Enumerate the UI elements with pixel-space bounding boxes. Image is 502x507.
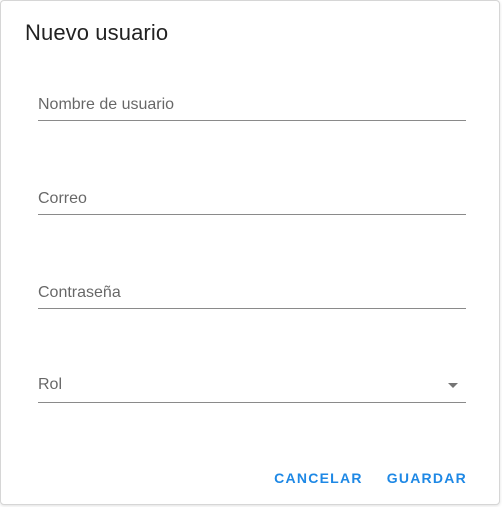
role-select-label: Rol	[38, 376, 63, 393]
save-button[interactable]: GUARDAR	[377, 464, 477, 492]
password-input[interactable]	[38, 284, 466, 302]
username-field[interactable]	[38, 81, 466, 121]
new-user-dialog: Nuevo usuario Rol CANCELAR GUARDAR	[0, 0, 500, 505]
dialog-title: Nuevo usuario	[25, 20, 169, 45]
email-field[interactable]	[38, 175, 466, 215]
dialog-actions: CANCELAR GUARDAR	[264, 464, 477, 492]
cancel-button[interactable]: CANCELAR	[264, 464, 373, 492]
password-field[interactable]	[38, 269, 466, 309]
role-select[interactable]: Rol	[38, 363, 466, 403]
chevron-down-icon[interactable]	[448, 383, 458, 388]
email-input[interactable]	[38, 190, 466, 208]
username-input[interactable]	[38, 96, 466, 114]
